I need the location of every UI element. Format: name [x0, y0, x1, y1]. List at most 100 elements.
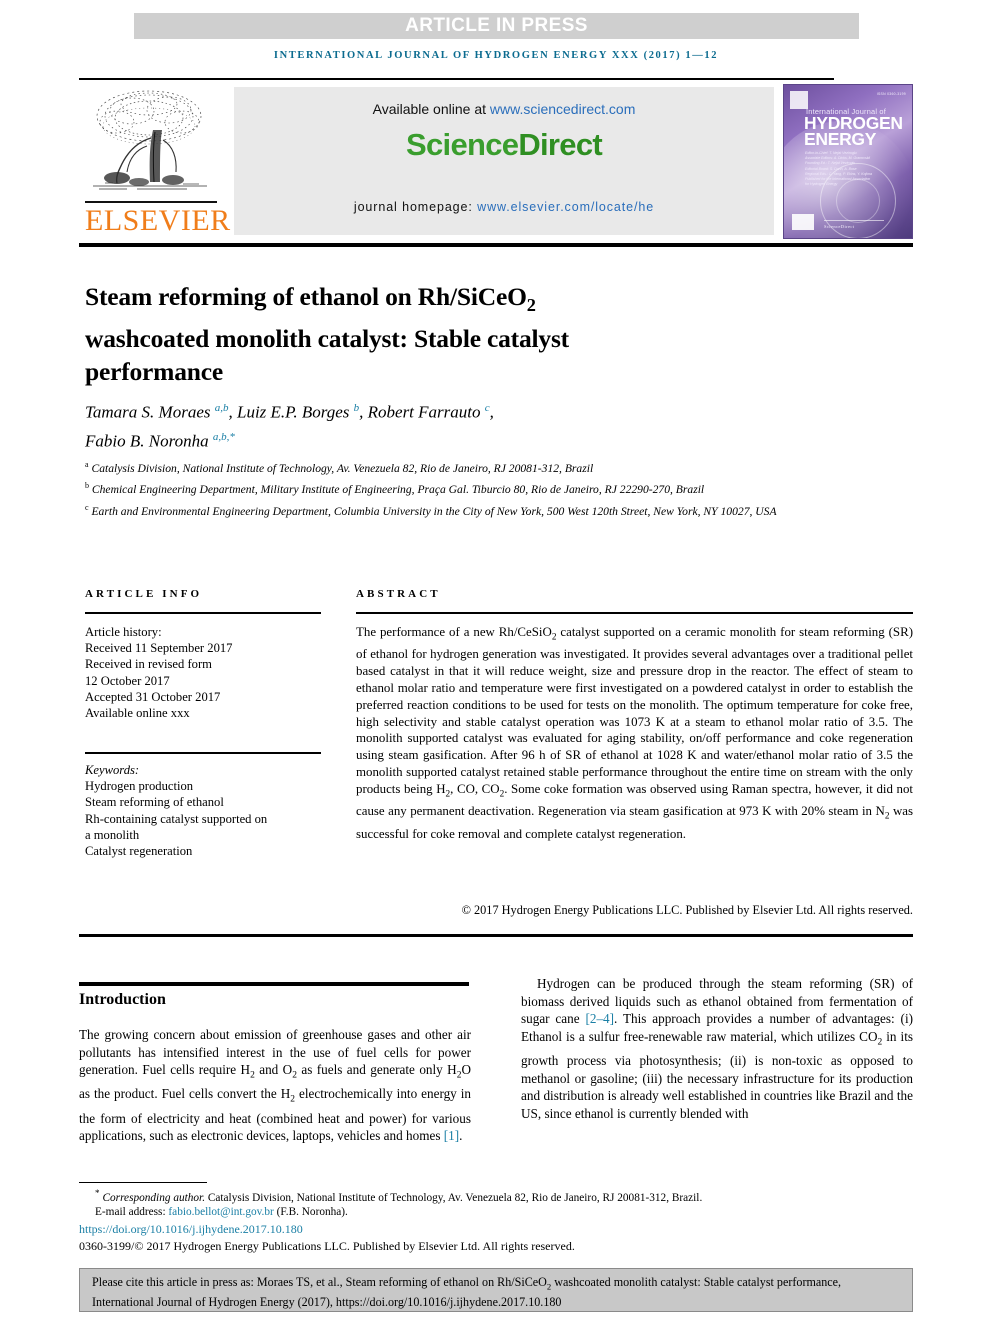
abstract-text: The performance of a new Rh/CeSiO2 catal…: [356, 624, 913, 842]
footnote-rule: [79, 1182, 207, 1184]
sciencedirect-link[interactable]: www.sciencedirect.com: [490, 101, 636, 117]
affiliation-item: c Earth and Environmental Engineering De…: [85, 499, 785, 520]
corresponding-author-label: Corresponding author.: [102, 1191, 206, 1204]
journal-running-head: INTERNATIONAL JOURNAL OF HYDROGEN ENERGY…: [273, 50, 719, 61]
author-name: Fabio B. Noronha: [85, 431, 213, 451]
email-label: E-mail address:: [95, 1206, 169, 1219]
sciencedirect-logo: ScienceDirect: [234, 127, 774, 163]
journal-homepage-line: journal homepage: www.elsevier.com/locat…: [234, 200, 774, 214]
abstract-part: , CO, CO: [450, 781, 500, 796]
cover-issn-text: ISSN 0360-3199: [876, 92, 906, 96]
author-name: , Robert Farrauto: [359, 402, 485, 422]
keyword-item: Catalyst regeneration: [85, 844, 193, 859]
abstract-part: catalyst supported on a ceramic monolith…: [356, 625, 913, 796]
affiliation-marker: a: [85, 460, 89, 469]
abstract-part: The performance of a new Rh/CeSiO: [356, 625, 552, 639]
available-online-label: Available online at: [372, 101, 490, 117]
masthead-top-rule: [79, 78, 834, 80]
citation-notice-box: Please cite this article in press as: Mo…: [79, 1268, 913, 1312]
citation-reference-2-4[interactable]: [2–4]: [585, 1011, 614, 1026]
keyword-item: Hydrogen production: [85, 779, 194, 794]
elsevier-logo: ELSEVIER: [79, 84, 231, 239]
corresponding-author-footnote: * Corresponding author. Catalysis Divisio…: [79, 1186, 913, 1220]
article-history-item: Received in revised form: [85, 657, 212, 672]
sciencedirect-logo-science: Science: [406, 127, 519, 162]
article-history-item: Received 11 September 2017: [85, 641, 233, 656]
affiliation-text: Earth and Environmental Engineering Depa…: [91, 504, 777, 518]
available-online-line: Available online at www.sciencedirect.co…: [234, 101, 774, 117]
doi-link[interactable]: https://doi.org/10.1016/j.ijhydene.2017.…: [79, 1222, 303, 1237]
article-history-item: Accepted 31 October 2017: [85, 689, 221, 704]
title-subscript: 2: [526, 295, 536, 316]
author-affiliation-marker[interactable]: a,b: [215, 402, 229, 414]
author-name: Tamara S. Moraes: [85, 402, 215, 422]
email-owner: (F.B. Noronha).: [273, 1206, 348, 1219]
article-history: Article history: Received 11 September 2…: [85, 624, 335, 721]
affiliation-list: a Catalysis Division, National Institute…: [85, 456, 785, 520]
cover-iahe-logo: [792, 214, 814, 230]
body-part: and O: [254, 1062, 293, 1078]
elsevier-tree-icon: [87, 86, 213, 198]
page-title: Steam reforming of ethanol on Rh/SiCeO2 …: [85, 280, 645, 388]
affiliation-marker: c: [85, 502, 89, 512]
author-affiliation-marker[interactable]: a,b,*: [213, 431, 235, 443]
article-info-rule: [85, 612, 321, 614]
elsevier-logo-rule: [85, 201, 217, 203]
email-link[interactable]: fabio.bellot@int.gov.br: [168, 1206, 273, 1218]
body-part: as fuels and generate only H: [296, 1062, 457, 1078]
elsevier-wordmark: ELSEVIER: [85, 204, 231, 237]
footnote-line-2: E-mail address: fabio.bellot@int.gov.br …: [79, 1205, 913, 1220]
keyword-item: Steam reforming of ethanol: [85, 795, 224, 810]
abstract-copyright: © 2017 Hydrogen Energy Publications LLC.…: [461, 903, 913, 917]
title-line-1: Steam reforming of ethanol on Rh/SiCeO: [85, 282, 527, 312]
keywords-rule: [85, 752, 321, 754]
masthead-bottom-rule: [79, 243, 913, 247]
author-list: Tamara S. Moraes a,b, Luiz E.P. Borges b…: [85, 396, 785, 453]
issn-copyright-line: 0360-3199/© 2017 Hydrogen Energy Publica…: [79, 1239, 575, 1253]
affiliation-text: Chemical Engineering Department, Militar…: [91, 483, 705, 497]
footnote-star-marker: *: [95, 1188, 100, 1198]
sciencedirect-logo-direct: Direct: [518, 127, 602, 162]
introduction-top-rule: [79, 982, 469, 986]
journal-cover-image: ISSN 0360-3199 International Journal of …: [783, 84, 913, 239]
body-part: .: [459, 1128, 463, 1144]
article-info-heading: ARTICLE INFO: [85, 588, 203, 600]
article-history-item: 12 October 2017: [85, 673, 170, 688]
citation-reference-1[interactable]: [1]: [444, 1128, 459, 1143]
affiliation-item: b Chemical Engineering Department, Milit…: [85, 477, 785, 498]
journal-homepage-label: journal homepage:: [353, 200, 478, 214]
keyword-item: Rh-containing catalyst supported on: [85, 811, 268, 826]
journal-homepage-link[interactable]: www.elsevier.com/locate/he: [477, 200, 654, 214]
citation-notice-text: Please cite this article in press as: Mo…: [92, 1274, 904, 1310]
author-name: , Luiz E.P. Borges: [228, 402, 354, 422]
abstract-rule: [356, 612, 913, 614]
keywords-label: Keywords:: [85, 763, 140, 777]
cover-title-energy: ENERGY: [804, 129, 877, 149]
affiliation-text: Catalysis Division, National Institute o…: [91, 461, 594, 475]
article-history-label: Article history:: [85, 625, 162, 639]
abstract-heading: ABSTRACT: [356, 588, 441, 600]
title-line-2: washcoated monolith catalyst: Stable cat…: [85, 324, 569, 354]
affiliation-item: a Catalysis Division, National Institute…: [85, 456, 785, 477]
affiliation-marker: b: [85, 481, 89, 491]
article-in-press-banner: ARTICLE IN PRESS: [134, 13, 859, 39]
introduction-heading: Introduction: [79, 991, 166, 1008]
keyword-item: a monolith: [85, 827, 140, 842]
article-history-item: Available online xxx: [85, 706, 190, 721]
keywords-block: Keywords: Hydrogen production Steam refo…: [85, 762, 335, 859]
sciencedirect-banner: Available online at www.sciencedirect.co…: [234, 87, 774, 235]
cover-editor-line: for Hydrogen Energy: [805, 182, 838, 187]
introduction-left-column: The growing concern about emission of gr…: [79, 1026, 471, 1145]
citation-part: Please cite this article in press as: Mo…: [92, 1275, 547, 1289]
author-separator: ,: [489, 402, 494, 422]
article-first-page: ARTICLE IN PRESS INTERNATIONAL JOURNAL O…: [0, 0, 992, 1323]
body-paragraph: Hydrogen can be produced through the ste…: [521, 975, 913, 1122]
abstract-bottom-rule: [79, 934, 913, 937]
cover-footer-rule: [824, 220, 884, 221]
cover-editors-block: Editor-in-Chief: T. Nejat Veziroglu Asso…: [805, 151, 905, 187]
introduction-right-column: Hydrogen can be produced through the ste…: [521, 975, 913, 1122]
masthead: ELSEVIER Available online at www.science…: [79, 84, 913, 240]
cover-footer-text: ScienceDirect: [824, 224, 855, 229]
title-line-3: performance: [85, 357, 223, 387]
corresponding-author-address: Catalysis Division, National Institute o…: [205, 1191, 703, 1204]
